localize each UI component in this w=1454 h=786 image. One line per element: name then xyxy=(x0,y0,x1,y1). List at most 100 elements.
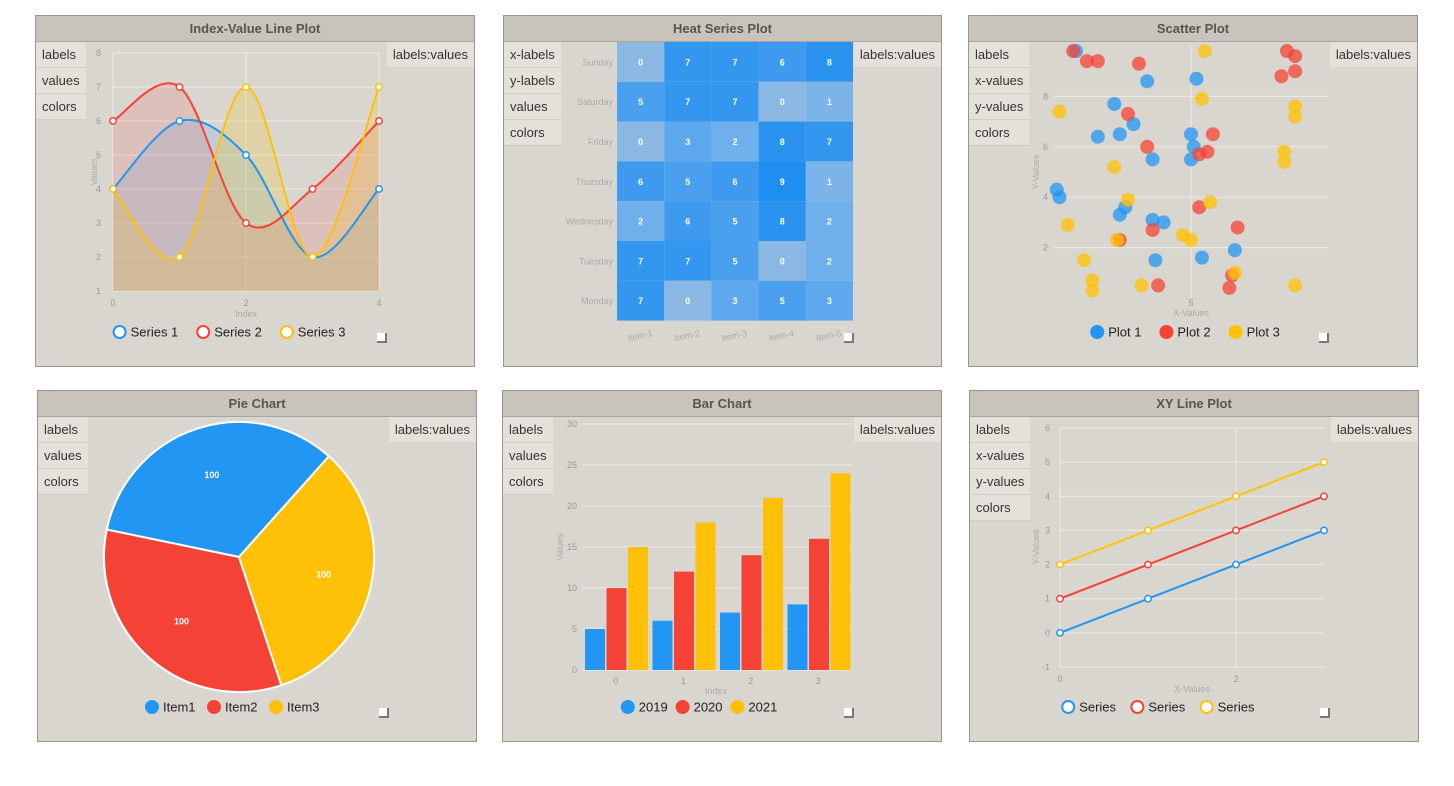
bar xyxy=(628,547,648,670)
cell-value: 7 xyxy=(827,137,832,147)
x-tick-label: 0 xyxy=(110,298,115,308)
bar xyxy=(720,612,740,670)
cell-value: 6 xyxy=(685,217,690,227)
legend-label: Series 2 xyxy=(214,325,262,340)
bar xyxy=(674,571,694,670)
data-point xyxy=(242,219,250,227)
scatter-point xyxy=(1184,233,1198,248)
scatter-point xyxy=(1277,154,1292,169)
data-point xyxy=(1320,458,1328,467)
data-point xyxy=(308,253,317,261)
legend-label: Item3 xyxy=(287,700,320,715)
resize-handle[interactable] xyxy=(844,708,854,718)
y-tick-label: 0 xyxy=(1045,628,1050,638)
y-tick-label: 5 xyxy=(96,150,101,160)
legend-marker xyxy=(1090,325,1105,339)
legend-marker xyxy=(112,325,127,339)
scatter-chart-svg: 2 4 6 8 5X-Values Y-Values Plot 1 Plot 2 Plot 3 xyxy=(1031,44,1328,340)
series-line xyxy=(1059,495,1325,600)
xy-line-plot-panel: XY Line Plot labels x-values y-values co… xyxy=(969,390,1419,742)
x-tick-label: Item-4 xyxy=(768,328,795,343)
scatter-point xyxy=(1110,233,1125,248)
x-axis-label: Index xyxy=(705,686,728,696)
y-tick-label: 0 xyxy=(572,665,577,675)
resize-handle[interactable] xyxy=(1320,708,1330,718)
x-axis-label: X-Values xyxy=(1173,308,1209,318)
x-tick-label: 4 xyxy=(376,298,381,308)
legend-label: Series xyxy=(1148,700,1185,715)
resize-handle[interactable] xyxy=(1319,333,1329,343)
data-point xyxy=(1232,560,1240,569)
cell-value: 0 xyxy=(780,256,785,266)
x-axis-label: Index xyxy=(235,309,258,319)
x-tick-label: 3 xyxy=(816,676,821,686)
cell-value: 0 xyxy=(780,97,785,107)
legend-label: Item1 xyxy=(163,700,196,715)
scatter-point xyxy=(1090,54,1105,69)
cell-value: 6 xyxy=(638,177,643,187)
heat-plot-panel: Heat Series Plot x-labels y-labels value… xyxy=(503,15,942,367)
bar xyxy=(830,473,851,670)
y-tick-label: Monday xyxy=(581,296,614,306)
x-tick-label: 0 xyxy=(613,676,618,686)
cell-value: 5 xyxy=(638,97,643,107)
y-tick-label: 2 xyxy=(1045,560,1050,570)
legend-marker xyxy=(207,700,221,714)
cell-value: 7 xyxy=(732,57,737,67)
resize-handle[interactable] xyxy=(379,708,389,718)
y-tick-label: 15 xyxy=(567,542,577,552)
resize-handle[interactable] xyxy=(377,333,387,343)
scatter-point xyxy=(1205,127,1220,142)
y-tick-label: 10 xyxy=(567,583,577,593)
legend-label: Series xyxy=(1079,700,1116,715)
y-tick-label: 3 xyxy=(1045,525,1050,535)
data-point xyxy=(175,83,184,91)
legend-label: 2021 xyxy=(748,700,777,715)
legend-marker xyxy=(1130,700,1145,714)
cell-value: 1 xyxy=(827,97,832,107)
scatter-point xyxy=(1120,107,1135,122)
bar-chart-svg: 0 5 10 15 20 25 30 Values 0 1 2 3 Index 2019 2020 2021 xyxy=(555,419,852,715)
scatter-point xyxy=(1066,44,1081,59)
scatter-point xyxy=(1120,192,1135,207)
scatter-point xyxy=(1194,250,1209,265)
data-point xyxy=(375,185,383,193)
scatter-point xyxy=(1060,217,1075,232)
cell-value: 2 xyxy=(827,256,832,266)
cell-value: 7 xyxy=(638,256,643,266)
scatter-point xyxy=(1151,278,1166,293)
y-tick-label: 5 xyxy=(572,624,577,634)
data-point xyxy=(1144,594,1152,603)
data-point xyxy=(109,117,117,125)
data-point xyxy=(175,117,184,125)
x-tick-label: 2 xyxy=(1233,674,1238,684)
xy-chart-svg: -1 0 1 2 3 4 5 6 0 2 X-Values Y-Values Series Series S… xyxy=(1031,423,1328,715)
x-tick-label: Item-2 xyxy=(674,328,701,343)
scatter-point xyxy=(1288,278,1303,293)
legend-marker xyxy=(730,700,745,714)
resize-handle[interactable] xyxy=(844,333,854,343)
y-tick-label: Thursday xyxy=(575,177,613,187)
scatter-point xyxy=(1107,96,1122,111)
bar-chart-panel: Bar Chart labels values colors labels:va… xyxy=(502,390,942,742)
scatter-point xyxy=(1197,44,1212,59)
scatter-point xyxy=(1203,195,1218,210)
cell-value: 7 xyxy=(685,97,690,107)
scatter-point xyxy=(1140,74,1155,89)
x-tick-label: 5 xyxy=(1188,298,1193,308)
legend-label: Plot 2 xyxy=(1177,325,1210,340)
scatter-point xyxy=(1145,152,1160,167)
legend-label: Plot 3 xyxy=(1247,325,1280,340)
data-point xyxy=(1144,560,1152,569)
y-tick-label: Friday xyxy=(588,137,614,147)
cell-value: 2 xyxy=(638,217,643,227)
scatter-point xyxy=(1184,127,1198,142)
cell-value: 3 xyxy=(685,137,690,147)
y-tick-label: 4 xyxy=(1043,192,1048,202)
pie-chart-svg: 100 100 100 Item1 Item2 Item3 xyxy=(103,421,375,715)
scatter-point xyxy=(1052,104,1067,119)
y-tick-label: 20 xyxy=(567,501,577,511)
scatter-point xyxy=(1131,56,1146,71)
cell-value: 8 xyxy=(827,57,832,67)
legend-marker xyxy=(1159,325,1174,339)
